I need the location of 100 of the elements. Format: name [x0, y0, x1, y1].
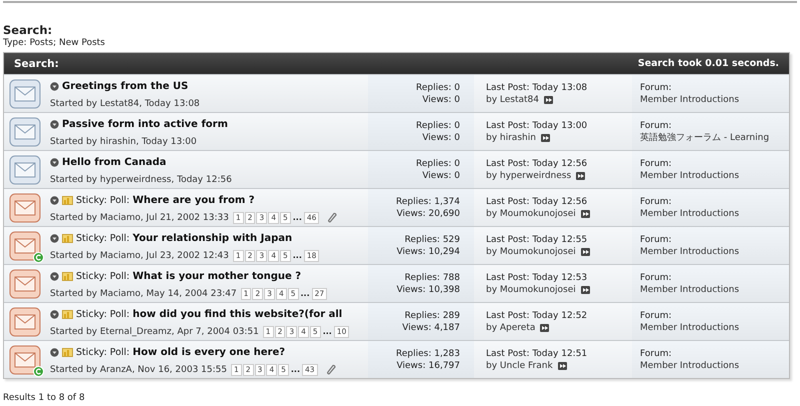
poll-icon	[62, 272, 73, 281]
arrow-circle-icon	[50, 158, 59, 167]
thread-title-link[interactable]: how did you find this website?(for all	[132, 309, 342, 320]
last-post-time: Last Post: Today 12:55	[486, 234, 588, 246]
thread-starter-text: Started by hyperweirdness, Today 12:56	[50, 174, 232, 184]
forum-link[interactable]: Member Introductions	[640, 171, 740, 181]
replies-count: Replies: 1,283	[395, 348, 460, 360]
forum-label: Forum:	[640, 272, 673, 284]
thread-title-link[interactable]: Passive form into active form	[62, 119, 228, 130]
arrow-icon	[580, 210, 590, 218]
forum-label: Forum:	[640, 158, 673, 170]
arrow-icon	[540, 134, 550, 142]
arrow-icon	[558, 362, 567, 370]
views-count: Views: 20,690	[396, 208, 460, 220]
forum-link[interactable]: Member Introductions	[640, 95, 740, 105]
thread-title-link[interactable]: Greetings from the US	[62, 81, 188, 92]
go-to-post-button[interactable]	[580, 248, 590, 256]
page-ellipsis: ...	[322, 327, 333, 336]
envelope-icon	[9, 230, 41, 260]
forum-link[interactable]: 英語勉強フォーラム - Learning	[640, 133, 770, 143]
last-post-time: Last Post: Today 12:53	[486, 272, 588, 284]
sticky-label: Sticky: Poll:	[76, 347, 130, 358]
page-title: Search:	[3, 23, 54, 37]
forum-label: Forum:	[640, 196, 673, 208]
arrow-circle-icon	[50, 310, 59, 319]
go-to-post-button[interactable]	[558, 362, 567, 370]
page-ellipsis: ...	[292, 251, 303, 260]
views-count: Views: 16,797	[396, 360, 460, 372]
go-to-post-button[interactable]	[580, 210, 590, 218]
views-count: Views: 0	[421, 94, 460, 106]
thread-title-link[interactable]: How old is every one here?	[132, 347, 286, 358]
replies-count: Replies: 788	[404, 272, 460, 284]
poll-icon	[62, 348, 73, 357]
thread-starter-text: Started by Lestat84, Today 13:08	[50, 98, 200, 108]
envelope-icon	[9, 268, 41, 298]
arrow-circle-icon	[50, 196, 59, 205]
last-post-time: Last Post: Today 12:52	[486, 310, 588, 322]
replies-count: Replies: 0	[415, 82, 460, 94]
last-post-time: Last Post: Today 12:51	[486, 348, 588, 360]
replies-count: Replies: 289	[404, 310, 460, 322]
envelope-icon	[9, 78, 41, 108]
thread-title-link[interactable]: Your relationship with Japan	[132, 233, 292, 244]
arrow-icon	[580, 248, 590, 256]
last-poster-link[interactable]: by Moumokunojosei	[486, 208, 576, 220]
last-poster-link[interactable]: by Apereta	[486, 322, 536, 334]
last-poster-link[interactable]: by hirashin	[486, 132, 536, 144]
arrow-circle-icon	[50, 234, 59, 243]
sticky-label: Sticky: Poll:	[76, 195, 130, 206]
forum-label: Forum:	[640, 120, 673, 132]
forum-label: Forum:	[640, 310, 673, 322]
forum-link[interactable]: Member Introductions	[640, 285, 740, 295]
arrow-circle-icon	[50, 120, 59, 129]
last-poster-link[interactable]: by Moumokunojosei	[486, 246, 576, 258]
arrow-icon	[576, 172, 586, 180]
envelope-icon	[9, 192, 41, 222]
views-count: Views: 4,187	[401, 322, 460, 334]
views-count: Views: 10,398	[396, 284, 460, 296]
poll-icon	[62, 234, 73, 243]
thread-starter-text: Started by AranzA, Nov 16, 2003 15:55	[50, 364, 227, 374]
go-to-post-button[interactable]	[540, 324, 550, 332]
page-ellipsis: ...	[300, 289, 311, 298]
last-post-time: Last Post: Today 12:56	[486, 158, 588, 170]
envelope-icon	[9, 306, 41, 336]
arrow-circle-icon	[50, 348, 59, 357]
go-to-post-button[interactable]	[576, 172, 586, 180]
arrow-icon	[544, 96, 554, 104]
forum-link[interactable]: Member Introductions	[640, 247, 740, 257]
last-post-time: Last Post: Today 12:56	[486, 196, 588, 208]
forum-label: Forum:	[640, 82, 673, 94]
envelope-icon	[9, 154, 41, 184]
views-count: Views: 10,294	[396, 246, 460, 258]
replies-count: Replies: 1,374	[395, 196, 460, 208]
last-poster-link[interactable]: by Lestat84	[486, 94, 540, 106]
page-ellipsis: ...	[292, 213, 303, 222]
last-post-time: Last Post: Today 13:00	[486, 120, 588, 132]
forum-label: Forum:	[640, 348, 673, 360]
forum-link[interactable]: Member Introductions	[640, 209, 740, 219]
arrow-circle-icon	[50, 272, 59, 281]
last-poster-link[interactable]: by Moumokunojosei	[486, 284, 576, 296]
views-count: Views: 0	[421, 132, 460, 144]
go-to-post-button[interactable]	[544, 96, 554, 104]
thread-starter-text: Started by Maciamo, Jul 23, 2002 12:43	[50, 250, 229, 260]
last-poster-link[interactable]: by hyperweirdness	[486, 170, 572, 182]
forum-link[interactable]: Member Introductions	[640, 361, 740, 371]
go-to-post-button[interactable]	[540, 134, 550, 142]
thread-starter-text: Started by Maciamo, May 14, 2004 23:47	[50, 288, 237, 298]
sticky-label: Sticky: Poll:	[76, 309, 130, 320]
last-poster-link[interactable]: by Uncle Frank	[486, 360, 553, 372]
thread-title-link[interactable]: What is your mother tongue ?	[132, 271, 302, 282]
views-count: Views: 0	[421, 170, 460, 182]
thread-title-link[interactable]: Where are you from ?	[132, 195, 255, 206]
sticky-label: Sticky: Poll:	[76, 233, 130, 244]
go-to-post-button[interactable]	[580, 286, 590, 294]
arrow-icon	[580, 286, 590, 294]
thread-title-link[interactable]: Hello from Canada	[62, 157, 166, 168]
results-count-text: Results 1 to 8 of 8	[3, 393, 86, 403]
forum-link[interactable]: Member Introductions	[640, 323, 740, 333]
arrow-icon	[540, 324, 550, 332]
envelope-icon	[9, 116, 41, 146]
search-time-text: Search took 0.01 seconds.	[638, 58, 779, 69]
